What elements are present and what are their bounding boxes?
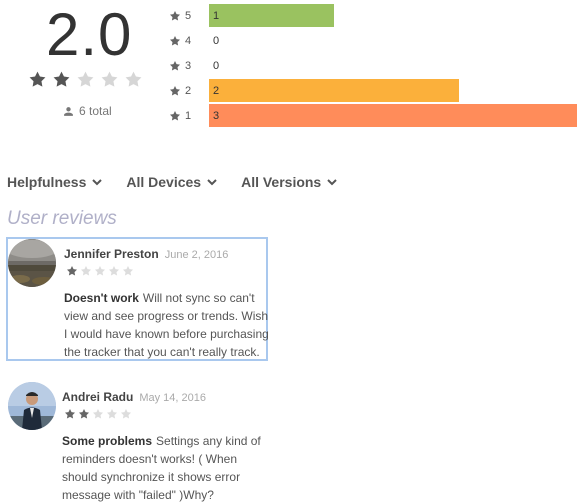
histogram-bar: 0 <box>209 54 219 77</box>
star-icon <box>67 266 77 276</box>
star-icon <box>125 71 142 87</box>
histogram-star-label: 3 <box>185 59 192 72</box>
star-icon <box>123 266 133 276</box>
histogram-count: 3 <box>213 109 220 122</box>
histogram-bar: 2 <box>209 79 459 102</box>
review-body: Some problems Settings any kind of remind… <box>62 432 267 503</box>
histogram-count: 0 <box>213 34 220 47</box>
section-title: User reviews <box>7 208 117 229</box>
review-body: Doesn't work Will not sync so can't view … <box>64 289 269 361</box>
review-card[interactable]: Andrei Radu May 14, 2016 Some problems Set… <box>6 382 268 503</box>
author-name: Andrei Radu <box>62 390 134 404</box>
histogram-star-label: 5 <box>185 9 192 22</box>
star-icon <box>107 409 117 419</box>
histogram-star-label: 2 <box>185 84 192 97</box>
star-icon <box>121 409 131 419</box>
chevron-down-icon <box>327 179 337 186</box>
average-star-rating <box>28 70 143 89</box>
review-star-rating <box>64 408 132 420</box>
star-icon <box>81 266 91 276</box>
star-icon <box>77 71 94 87</box>
avatar[interactable] <box>8 239 56 287</box>
review-card[interactable]: Jennifer Preston June 2, 2016 Doesn't wor… <box>6 237 269 361</box>
review-author[interactable]: Jennifer Preston June 2, 2016 <box>64 247 228 261</box>
person-icon <box>64 106 73 116</box>
devices-dropdown[interactable]: All Devices <box>126 174 217 190</box>
histogram-count: 1 <box>213 9 220 22</box>
histogram-bar: 1 <box>209 4 334 27</box>
star-icon <box>170 110 180 121</box>
histogram-count: 0 <box>213 59 220 72</box>
histogram-bar: 3 <box>209 104 577 127</box>
histogram-bar: 0 <box>209 29 219 52</box>
review-star-rating <box>66 265 134 277</box>
versions-dropdown[interactable]: All Versions <box>241 174 337 190</box>
histogram-row: 4 0 <box>169 28 219 53</box>
star-icon <box>65 409 75 419</box>
review-title: Some problems <box>62 434 153 448</box>
star-icon <box>170 35 180 46</box>
star-icon <box>53 71 70 87</box>
histogram-row: 2 2 <box>169 78 459 103</box>
chevron-down-icon <box>92 179 103 186</box>
review-author[interactable]: Andrei Radu May 14, 2016 <box>62 390 206 404</box>
review-date: May 14, 2016 <box>139 392 206 404</box>
author-name: Jennifer Preston <box>64 247 159 261</box>
star-icon <box>101 71 118 87</box>
helpfulness-dropdown[interactable]: Helpfulness <box>7 174 103 190</box>
histogram-star-label: 1 <box>185 109 192 122</box>
versions-dropdown-label: All Versions <box>241 174 322 190</box>
histogram-star-label: 4 <box>185 34 192 47</box>
star-icon <box>170 60 180 71</box>
star-icon <box>79 409 89 419</box>
review-title: Doesn't work <box>64 291 139 305</box>
histogram-count: 2 <box>213 84 220 97</box>
star-icon <box>29 71 46 87</box>
star-icon <box>170 85 180 96</box>
histogram-row: 5 1 <box>169 3 334 28</box>
star-icon <box>170 10 180 21</box>
star-icon <box>109 266 119 276</box>
total-ratings: 6 total <box>63 104 112 118</box>
avatar-image <box>8 239 56 287</box>
histogram-row: 3 0 <box>169 53 219 78</box>
helpfulness-dropdown-label: Helpfulness <box>7 174 87 190</box>
review-filters: Helpfulness All Devices All Versions <box>7 174 361 190</box>
devices-dropdown-label: All Devices <box>126 174 202 190</box>
total-label: 6 total <box>79 104 112 118</box>
avatar[interactable] <box>8 382 56 430</box>
histogram-row: 1 3 <box>169 103 577 128</box>
star-icon <box>93 409 103 419</box>
star-icon <box>95 266 105 276</box>
chevron-down-icon <box>207 179 217 186</box>
review-date: June 2, 2016 <box>164 249 229 261</box>
average-score: 2.0 <box>46 1 133 68</box>
avatar-image <box>8 382 56 430</box>
